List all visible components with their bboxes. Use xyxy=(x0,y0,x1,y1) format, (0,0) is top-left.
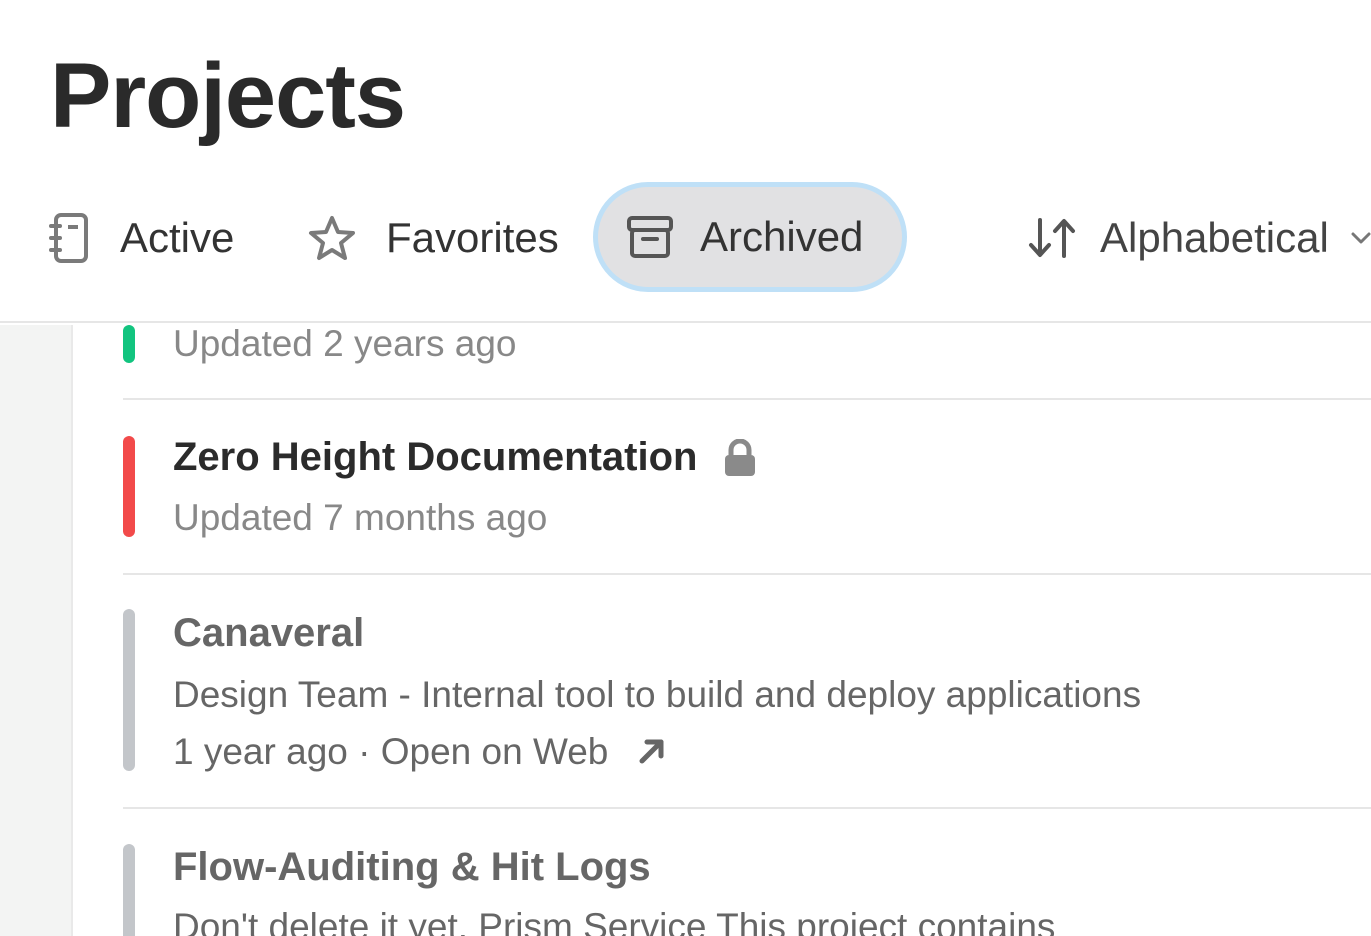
open-on-web-link[interactable]: Open on Web xyxy=(381,731,667,772)
status-bar xyxy=(123,325,135,363)
project-title-text: Canaveral xyxy=(173,611,365,655)
project-row[interactable]: Flow-Auditing & Hit Logs Don't delete it… xyxy=(123,809,1371,936)
tab-active-label: Active xyxy=(120,214,235,261)
external-link-arrow-icon xyxy=(637,733,667,775)
tab-favorites-label: Favorites xyxy=(386,214,559,261)
status-bar xyxy=(123,436,135,537)
project-title: Canaveral xyxy=(173,611,364,656)
project-updated: Updated 7 months ago xyxy=(173,497,548,538)
notebook-icon xyxy=(48,212,90,264)
sort-arrows-icon xyxy=(1026,216,1078,260)
project-list: Updated 2 years ago Zero Height Document… xyxy=(75,325,1371,936)
project-description: Don't delete it yet. Prism Service This … xyxy=(173,906,1056,936)
meta-separator: · xyxy=(358,731,371,772)
tab-favorites[interactable]: Favorites xyxy=(308,192,559,284)
header: Projects Active Favorites Archived Alpha… xyxy=(0,0,1371,323)
tab-active[interactable]: Active xyxy=(48,192,234,284)
project-title-text: Flow-Auditing & Hit Logs xyxy=(173,845,651,889)
project-row[interactable]: Updated 2 years ago xyxy=(123,325,1371,401)
open-on-web-label: Open on Web xyxy=(380,731,609,772)
sort-label: Alphabetical xyxy=(1100,214,1329,261)
chevron-down-icon xyxy=(1351,231,1371,245)
page-title: Projects xyxy=(50,45,406,147)
status-bar xyxy=(123,609,135,771)
project-description: Design Team - Internal tool to build and… xyxy=(173,674,1142,715)
star-icon xyxy=(308,215,356,261)
project-title-text: Zero Height Documentation xyxy=(173,435,698,479)
project-updated: Updated 2 years ago xyxy=(173,325,517,364)
project-row[interactable]: Canaveral Design Team - Internal tool to… xyxy=(123,575,1371,809)
project-age: 1 year ago xyxy=(173,731,348,772)
left-gutter xyxy=(0,325,73,936)
project-row[interactable]: Zero Height Documentation Updated 7 mont… xyxy=(123,401,1371,575)
lock-icon xyxy=(723,438,757,477)
row-divider xyxy=(123,398,1371,400)
tab-archived-label: Archived xyxy=(700,213,864,260)
project-meta-line: 1 year ago · Open on Web xyxy=(173,731,667,775)
tab-archived[interactable]: Archived xyxy=(593,182,907,292)
archive-box-icon xyxy=(626,215,674,259)
project-title: Flow-Auditing & Hit Logs xyxy=(173,845,651,890)
sort-dropdown[interactable]: Alphabetical xyxy=(1026,192,1371,284)
status-bar xyxy=(123,844,135,936)
project-title: Zero Height Documentation xyxy=(173,435,757,480)
